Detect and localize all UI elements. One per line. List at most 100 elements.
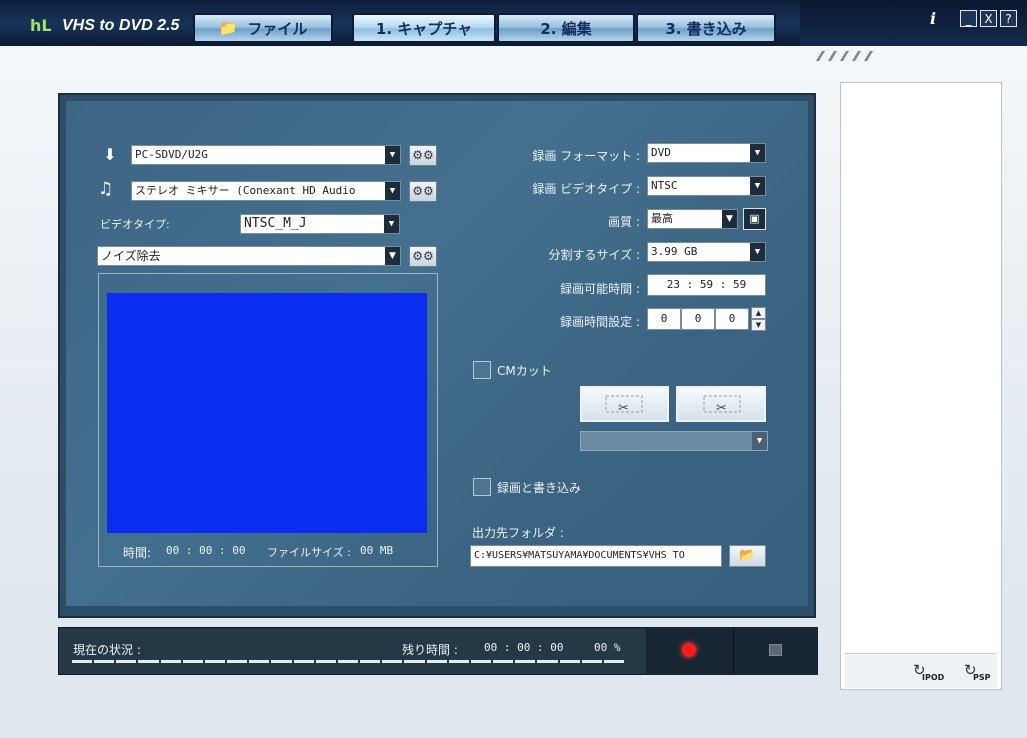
progress-segment	[271, 660, 292, 663]
chevron-down-icon: ▼	[385, 247, 400, 265]
split-size-value: 3.99 GB	[651, 245, 698, 258]
cut-list-select[interactable]: ▼	[580, 431, 768, 451]
ipod-export-button[interactable]: ↻ IPOD	[913, 661, 945, 686]
progress-segment	[337, 660, 359, 663]
gear-icon: ⚙⚙	[412, 184, 434, 198]
ipod-label: IPOD	[922, 673, 945, 682]
film-scissors-icon: ✂	[703, 395, 741, 416]
progress-segment	[138, 660, 159, 663]
time-value: 00 : 00 : 00	[166, 544, 246, 557]
progress-segment	[515, 660, 536, 663]
folder-icon: 📁	[218, 19, 238, 37]
quality-value: 最高	[651, 212, 673, 225]
progress-segment	[204, 660, 226, 663]
remaining-time-label: 残り時間 :	[402, 643, 458, 657]
file-menu-button[interactable]: 📁 ファイル	[193, 13, 333, 43]
chevron-down-icon: ▼	[722, 210, 737, 228]
video-preview	[107, 293, 427, 533]
progress-segment	[249, 660, 270, 663]
progress-segment	[581, 660, 602, 663]
tab-edit-label: 2. 編集	[540, 19, 592, 38]
record-time-setting-label: 録画時間設定 :	[560, 315, 640, 329]
cm-cut-checkbox[interactable]	[473, 361, 491, 379]
spin-down-button[interactable]: ▼	[751, 319, 766, 331]
record-format-select[interactable]: DVD ▼	[647, 143, 766, 163]
video-type-label: ビデオタイプ:	[100, 218, 170, 231]
quality-settings-button[interactable]: ▣	[743, 208, 766, 230]
psp-export-button[interactable]: ↻ PSP	[964, 661, 994, 686]
video-type-value: NTSC_M_J	[244, 216, 307, 231]
chevron-down-icon: ▼	[385, 182, 400, 200]
time-label: 時間:	[123, 546, 152, 560]
progress-segment	[382, 660, 403, 663]
progress-segment	[404, 660, 425, 663]
record-icon	[682, 643, 696, 657]
record-format-value: DVD	[651, 146, 671, 159]
cut-end-button[interactable]: ✂	[676, 386, 766, 422]
minimize-button[interactable]: _	[960, 10, 977, 27]
chevron-down-icon: ▼	[750, 243, 765, 261]
progress-segment	[315, 660, 336, 663]
split-size-label: 分割するサイズ :	[548, 248, 641, 262]
app-logo: hL	[30, 16, 52, 35]
output-folder-label: 出力先フォルダ :	[472, 526, 564, 540]
record-videotype-select[interactable]: NTSC ▼	[647, 176, 766, 196]
progress-segment	[426, 660, 447, 663]
progress-percent: 00 %	[594, 641, 621, 654]
output-folder-input[interactable]: C:¥USERS¥MATSUYAMA¥DOCUMENTS¥VHS TO	[470, 545, 722, 567]
close-button[interactable]: X	[980, 10, 997, 27]
browse-folder-button[interactable]: 📂	[729, 545, 766, 567]
progress-segment	[493, 660, 514, 663]
filter-value: ノイズ除去	[101, 249, 161, 263]
tab-write[interactable]: 3. 書き込み	[636, 13, 776, 43]
chevron-down-icon: ▼	[755, 321, 762, 329]
tab-capture[interactable]: 1. キャプチャ	[352, 13, 496, 43]
progress-segment	[182, 660, 203, 663]
cm-cut-label: CMカット	[497, 364, 552, 378]
filter-settings-button[interactable]: ⚙⚙	[409, 246, 437, 267]
chevron-down-icon: ▼	[750, 144, 765, 162]
capture-device-select[interactable]: PC-SDVD/U2G ▼	[131, 145, 401, 165]
progress-bar	[72, 660, 624, 663]
progress-segment	[470, 660, 492, 663]
video-type-select[interactable]: NTSC_M_J ▼	[240, 214, 400, 234]
help-button[interactable]: ?	[1000, 10, 1017, 27]
progress-segment	[603, 660, 624, 663]
filter-select[interactable]: ノイズ除去 ▼	[97, 246, 401, 266]
record-videotype-value: NTSC	[651, 179, 678, 192]
record-minutes-input[interactable]: 0	[681, 308, 715, 330]
progress-segment	[227, 660, 248, 663]
available-time-field: 23 : 59 : 59	[647, 274, 766, 296]
current-status-label: 現在の状況 :	[73, 643, 141, 657]
record-format-label: 録画 フォーマット :	[532, 149, 640, 163]
record-hours-input[interactable]: 0	[647, 308, 681, 330]
svg-text:✂: ✂	[716, 401, 727, 416]
record-button[interactable]	[646, 627, 733, 675]
progress-segment	[72, 660, 93, 663]
capture-device-icon: ⬇	[103, 145, 117, 164]
stop-button[interactable]	[734, 627, 818, 675]
capture-device-value: PC-SDVD/U2G	[135, 148, 208, 161]
chevron-down-icon: ▼	[385, 146, 400, 164]
info-icon[interactable]: i	[930, 9, 936, 28]
device-output-panel	[840, 82, 1002, 690]
device-settings-button[interactable]: ⚙⚙	[409, 145, 437, 166]
record-seconds-input[interactable]: 0	[715, 308, 749, 330]
tab-edit[interactable]: 2. 編集	[497, 13, 635, 43]
svg-text:✂: ✂	[618, 401, 629, 416]
split-size-select[interactable]: 3.99 GB ▼	[647, 242, 766, 262]
audio-settings-button[interactable]: ⚙⚙	[409, 181, 437, 202]
spin-up-button[interactable]: ▲	[751, 307, 766, 319]
progress-segment	[293, 660, 314, 663]
chevron-down-icon: ▼	[384, 215, 399, 233]
audio-icon: ♫	[98, 179, 114, 199]
quality-select[interactable]: 最高 ▼	[647, 209, 738, 229]
tab-capture-label: 1. キャプチャ	[375, 19, 473, 38]
remaining-time-value: 00 : 00 : 00	[484, 641, 564, 654]
cut-start-button[interactable]: ✂	[580, 386, 669, 422]
audio-source-select[interactable]: ステレオ ミキサー (Conexant HD Audio ▼	[131, 181, 401, 201]
record-videotype-label: 録画 ビデオタイプ :	[532, 182, 640, 196]
record-and-write-checkbox[interactable]	[473, 478, 491, 496]
chevron-up-icon: ▲	[755, 309, 762, 317]
progress-segment	[116, 660, 137, 663]
